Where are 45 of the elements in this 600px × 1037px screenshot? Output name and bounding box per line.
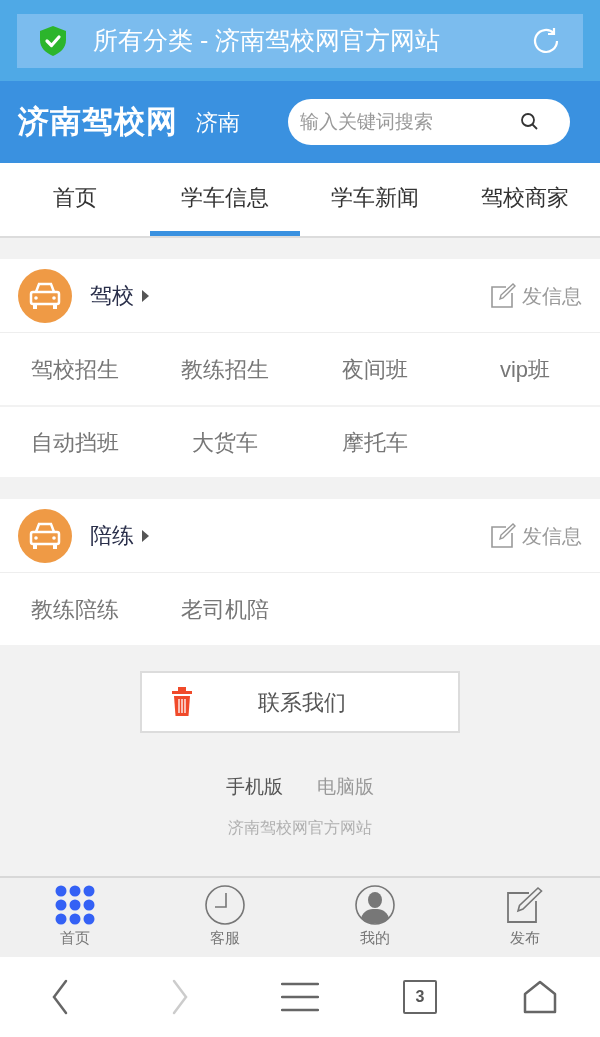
category-link[interactable]: 教练陪练	[31, 592, 119, 626]
category-link[interactable]: 摩托车	[342, 425, 408, 459]
bottom-nav-item[interactable]: 发布	[450, 878, 600, 957]
nav-tab[interactable]: 首页	[0, 163, 150, 236]
user-avatar-icon	[355, 885, 395, 926]
page-title: 所有分类 - 济南驾校网官方网站	[93, 25, 442, 57]
category-link[interactable]: 自动挡班	[31, 425, 119, 459]
category-link[interactable]: 教练招生	[181, 352, 269, 386]
bottom-nav-item[interactable]: 客服	[150, 878, 300, 957]
grid-icon	[55, 885, 95, 926]
version-link[interactable]: 电脑版	[317, 773, 374, 802]
post-info-button[interactable]: 发信息	[491, 280, 582, 311]
clock-icon	[205, 885, 245, 926]
contact-button[interactable]: 联系我们	[140, 671, 460, 733]
shield-check-icon	[39, 25, 67, 57]
section-title[interactable]: 陪练	[90, 519, 134, 552]
menu-icon[interactable]	[281, 982, 319, 1012]
footer-text: 济南驾校网官方网站	[228, 817, 372, 838]
car-icon	[18, 268, 72, 323]
bottom-nav-item[interactable]: 首页	[0, 878, 150, 957]
post-info-button[interactable]: 发信息	[491, 520, 582, 551]
search-icon[interactable]	[520, 112, 540, 132]
city-selector[interactable]: 济南	[196, 105, 240, 139]
edit-icon	[491, 523, 516, 548]
nav-tab[interactable]: 学车新闻	[300, 163, 450, 236]
category-link[interactable]: 驾校招生	[31, 352, 119, 386]
bottom-nav-item[interactable]: 我的	[300, 878, 450, 957]
trash-icon	[170, 687, 194, 717]
triangle-icon	[142, 289, 149, 302]
nav-tab[interactable]: 驾校商家	[450, 163, 600, 236]
category-link[interactable]: 夜间班	[342, 352, 408, 386]
section-title[interactable]: 驾校	[90, 279, 134, 312]
category-link[interactable]: 大货车	[192, 425, 258, 459]
edit-icon	[505, 885, 545, 926]
version-link[interactable]: 手机版	[226, 773, 283, 802]
search-field[interactable]: 输入关键词搜索	[288, 99, 570, 145]
category-link[interactable]: 老司机陪	[181, 592, 269, 626]
home-icon[interactable]	[523, 980, 557, 1014]
car-icon	[18, 508, 72, 563]
site-logo[interactable]: 济南驾校网	[18, 98, 178, 146]
tabs-count-button[interactable]: 3	[403, 980, 437, 1014]
edit-icon	[491, 283, 516, 308]
triangle-icon	[142, 529, 149, 542]
category-link[interactable]: vip班	[499, 352, 551, 386]
nav-tab[interactable]: 学车信息	[150, 163, 300, 236]
